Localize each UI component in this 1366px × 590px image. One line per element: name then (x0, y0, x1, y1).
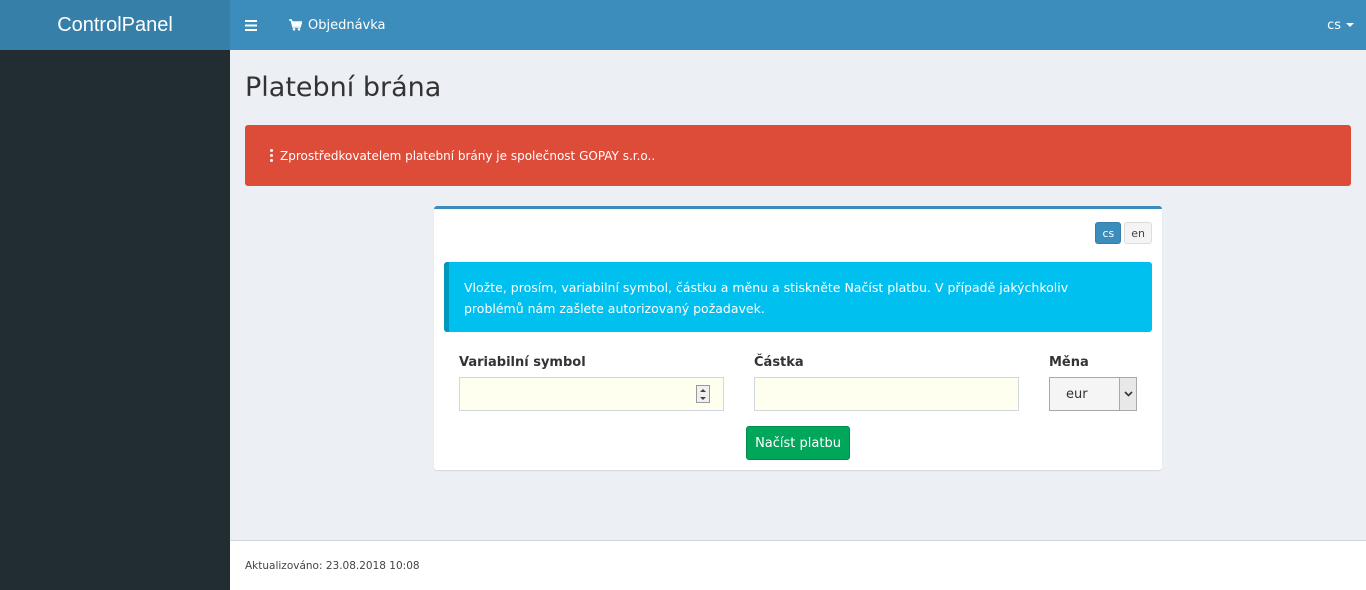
amount-input[interactable] (754, 377, 1019, 411)
language-current: cs (1327, 17, 1341, 33)
alert-danger: Zprostředkovatelem platební brány je spo… (245, 125, 1351, 186)
info-callout: Vložte, prosím, variabilní symbol, částk… (444, 262, 1152, 332)
chevron-down-icon (1119, 378, 1136, 410)
variable-symbol-label: Variabilní symbol (459, 355, 586, 370)
top-navbar: Objednávka cs (230, 0, 1366, 50)
footer-updated: Aktualizováno: 23.08.2018 10:08 (245, 559, 420, 572)
language-dropdown[interactable]: cs (1327, 0, 1354, 50)
brand-logo[interactable]: ControlPanel (0, 0, 230, 50)
amount-label: Částka (754, 355, 804, 370)
lang-button-en[interactable]: en (1124, 222, 1152, 244)
language-switch: cs en (1095, 222, 1152, 244)
info-text: Vložte, prosím, variabilní symbol, částk… (464, 280, 1069, 316)
main-content: Platební brána Zprostředkovatelem plateb… (230, 50, 1366, 540)
sidebar (0, 50, 230, 590)
alert-text: Zprostředkovatelem platební brány je spo… (280, 148, 656, 163)
page-title: Platební brána (245, 72, 442, 103)
caret-down-icon (1346, 23, 1354, 27)
variable-symbol-input[interactable] (459, 377, 724, 411)
brand-title: ControlPanel (57, 13, 173, 36)
currency-label: Měna (1049, 355, 1089, 370)
footer: Aktualizováno: 23.08.2018 10:08 (230, 540, 1366, 590)
load-payment-button[interactable]: Načíst platbu (746, 426, 850, 460)
currency-value: eur (1066, 386, 1088, 402)
nav-order-link[interactable]: Objednávka (272, 0, 394, 50)
exclamation-icon (262, 148, 280, 163)
payment-box: cs en Vložte, prosím, variabilní symbol,… (434, 206, 1162, 470)
spinner-icon[interactable] (696, 385, 710, 403)
currency-select[interactable]: eur (1049, 377, 1137, 411)
hamburger-icon (245, 19, 257, 31)
cart-icon (289, 19, 302, 31)
nav-order-label: Objednávka (308, 17, 386, 33)
sidebar-toggle-button[interactable] (230, 0, 272, 50)
lang-button-cs[interactable]: cs (1095, 222, 1122, 244)
